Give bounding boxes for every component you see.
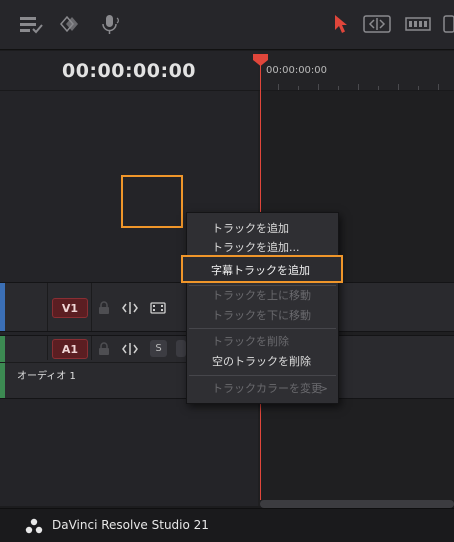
disable-video-track-icon[interactable] xyxy=(150,300,166,316)
timeline-ruler[interactable]: 00:00:00:00 xyxy=(258,51,454,91)
keyframe-diamond-icon[interactable] xyxy=(58,12,84,36)
ruler-tick xyxy=(318,84,319,90)
playhead-handle[interactable] xyxy=(253,51,268,66)
track-divider xyxy=(47,283,48,331)
solo-button[interactable]: S xyxy=(150,340,167,357)
track-badge-v1[interactable]: V1 xyxy=(52,298,88,318)
timeline-horizontal-scrollbar[interactable] xyxy=(260,500,454,508)
ruler-tick xyxy=(358,84,359,90)
timeline-toolbar xyxy=(0,0,454,50)
menu-item-add-subtitle-track-label: 字幕トラックを追加 xyxy=(211,264,310,277)
ruler-tick xyxy=(438,84,439,90)
track-context-menu: トラックを追加 トラックを追加... トラックを上に移動 トラックを下に移動 ト… xyxy=(186,212,339,404)
menu-item-change-track-color[interactable]: トラックカラーを変更 > xyxy=(187,379,338,399)
voice-over-mic-icon[interactable] xyxy=(98,12,124,36)
ruler-timecode-label: 00:00:00:00 xyxy=(266,65,328,76)
menu-separator xyxy=(189,375,336,376)
status-bar: DaVinci Resolve Studio 21 xyxy=(0,508,454,542)
menu-separator xyxy=(189,328,336,329)
davinci-resolve-logo-icon xyxy=(25,518,43,534)
menu-item-move-track-down[interactable]: トラックを下に移動 xyxy=(187,306,338,326)
timeline-view-options-icon[interactable] xyxy=(18,12,44,36)
track-lock-icon[interactable] xyxy=(96,341,112,357)
track-lock-icon[interactable] xyxy=(96,300,112,316)
dynamic-trim-icon[interactable] xyxy=(404,12,432,36)
ruler-tick xyxy=(398,84,399,90)
ruler-tick xyxy=(338,86,339,90)
video-track-color-bar xyxy=(0,283,5,331)
selection-pointer-icon[interactable] xyxy=(327,12,353,36)
menu-item-add-track[interactable]: トラックを追加 xyxy=(187,219,338,239)
submenu-arrow-icon: > xyxy=(318,382,328,395)
auto-select-icon[interactable] xyxy=(122,300,138,316)
menu-item-delete-empty-tracks[interactable]: 空のトラックを削除 xyxy=(187,352,338,372)
blade-icon[interactable] xyxy=(440,12,454,36)
audio-track-color-bar xyxy=(0,336,5,398)
trim-edit-icon[interactable] xyxy=(362,12,392,36)
annotation-highlight-box xyxy=(121,175,183,228)
menu-item-add-subtitle-track[interactable]: 字幕トラックを追加 xyxy=(181,255,343,283)
ruler-tick xyxy=(378,86,379,90)
ruler-tick xyxy=(278,84,279,90)
mute-button[interactable] xyxy=(176,340,186,357)
menu-item-change-track-color-label: トラックカラーを変更 xyxy=(212,382,322,395)
auto-select-icon[interactable] xyxy=(122,341,138,357)
audio-track-name[interactable]: オーディオ 1 xyxy=(17,367,76,382)
track-badge-a1[interactable]: A1 xyxy=(52,339,88,359)
menu-item-move-track-up[interactable]: トラックを上に移動 xyxy=(187,286,338,306)
timecode-display: 00:00:00:00 xyxy=(0,51,258,91)
ruler-tick xyxy=(298,86,299,90)
track-divider xyxy=(91,336,92,360)
track-divider xyxy=(91,283,92,331)
ruler-tick xyxy=(418,86,419,90)
track-divider xyxy=(47,336,48,360)
app-name: DaVinci Resolve Studio 21 xyxy=(52,518,209,532)
menu-item-delete-track[interactable]: トラックを削除 xyxy=(187,332,338,352)
